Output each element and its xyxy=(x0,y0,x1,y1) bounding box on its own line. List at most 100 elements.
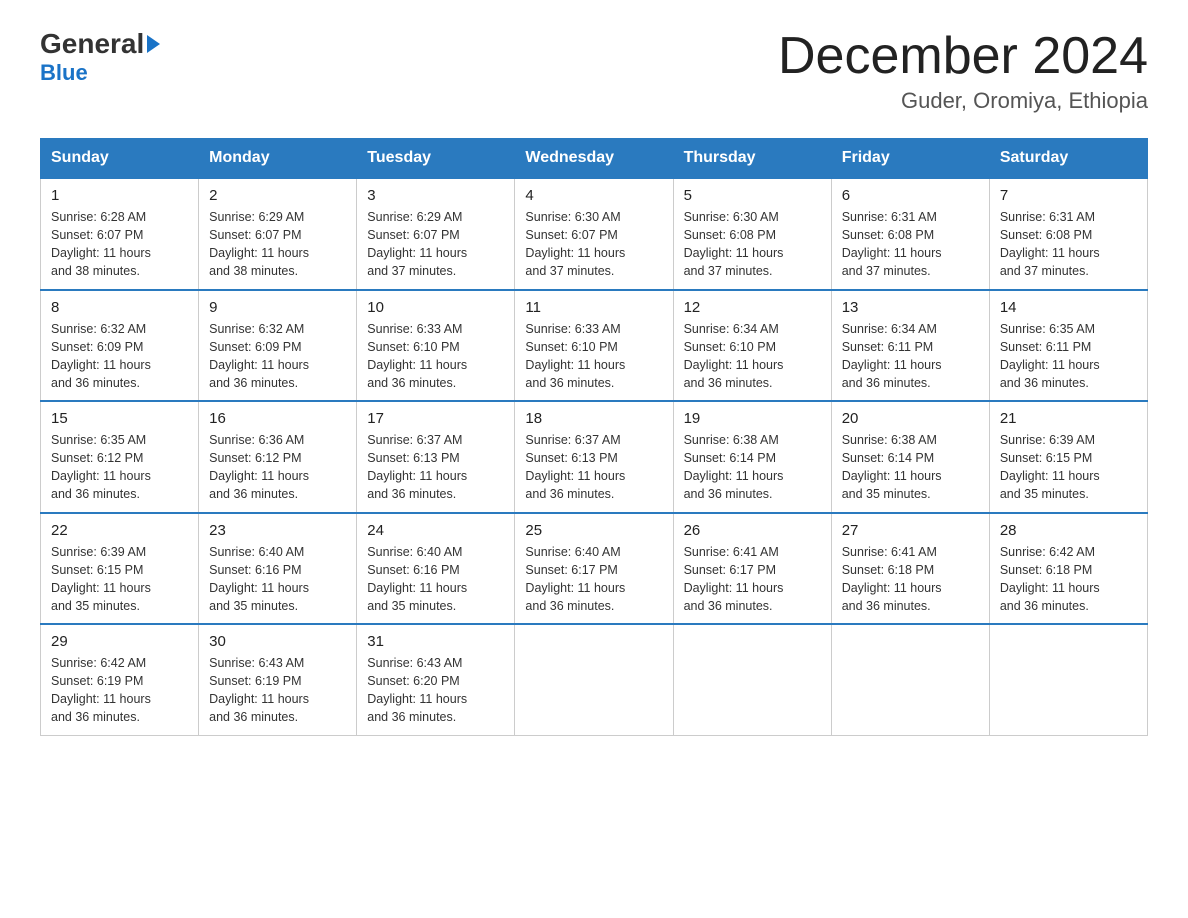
day-number: 22 xyxy=(51,522,188,539)
day-number: 24 xyxy=(367,522,504,539)
calendar-cell: 21Sunrise: 6:39 AMSunset: 6:15 PMDayligh… xyxy=(989,401,1147,513)
calendar-cell xyxy=(673,624,831,735)
logo: General Blue xyxy=(40,30,160,86)
col-header-thursday: Thursday xyxy=(673,139,831,179)
calendar-cell: 1 Sunrise: 6:28 AMSunset: 6:07 PMDaylight… xyxy=(41,178,199,290)
calendar-cell: 28 Sunrise: 6:42 AMSunset: 6:18 PMDayligh… xyxy=(989,513,1147,625)
day-info: Sunrise: 6:43 AMSunset: 6:20 PMDaylight:… xyxy=(367,654,504,727)
day-info: Sunrise: 6:33 AMSunset: 6:10 PMDaylight:… xyxy=(367,320,504,393)
calendar-cell: 3 Sunrise: 6:29 AMSunset: 6:07 PMDaylight… xyxy=(357,178,515,290)
day-info: Sunrise: 6:29 AMSunset: 6:07 PMDaylight:… xyxy=(209,208,346,281)
day-number: 25 xyxy=(525,522,662,539)
calendar-cell xyxy=(831,624,989,735)
col-header-sunday: Sunday xyxy=(41,139,199,179)
calendar-cell: 10 Sunrise: 6:33 AMSunset: 6:10 PMDayligh… xyxy=(357,290,515,402)
calendar-cell: 20 Sunrise: 6:38 AMSunset: 6:14 PMDayligh… xyxy=(831,401,989,513)
col-header-monday: Monday xyxy=(199,139,357,179)
calendar-cell: 13Sunrise: 6:34 AMSunset: 6:11 PMDayligh… xyxy=(831,290,989,402)
calendar-cell: 23Sunrise: 6:40 AMSunset: 6:16 PMDayligh… xyxy=(199,513,357,625)
col-header-saturday: Saturday xyxy=(989,139,1147,179)
day-number: 30 xyxy=(209,633,346,650)
day-info: Sunrise: 6:32 AMSunset: 6:09 PMDaylight:… xyxy=(51,320,188,393)
calendar-week-row: 29 Sunrise: 6:42 AMSunset: 6:19 PMDayligh… xyxy=(41,624,1148,735)
day-info: Sunrise: 6:28 AMSunset: 6:07 PMDaylight:… xyxy=(51,208,188,281)
logo-general-text: General xyxy=(40,30,160,58)
day-number: 6 xyxy=(842,187,979,204)
location-title: Guder, Oromiya, Ethiopia xyxy=(778,88,1148,114)
logo-blue-text: Blue xyxy=(40,60,88,86)
day-info: Sunrise: 6:39 AMSunset: 6:15 PMDaylight:… xyxy=(51,543,188,616)
calendar-cell: 6 Sunrise: 6:31 AMSunset: 6:08 PMDaylight… xyxy=(831,178,989,290)
day-number: 26 xyxy=(684,522,821,539)
day-info: Sunrise: 6:38 AMSunset: 6:14 PMDaylight:… xyxy=(684,431,821,504)
col-header-wednesday: Wednesday xyxy=(515,139,673,179)
calendar-cell xyxy=(515,624,673,735)
day-info: Sunrise: 6:42 AMSunset: 6:18 PMDaylight:… xyxy=(1000,543,1137,616)
day-number: 29 xyxy=(51,633,188,650)
day-info: Sunrise: 6:42 AMSunset: 6:19 PMDaylight:… xyxy=(51,654,188,727)
day-info: Sunrise: 6:30 AMSunset: 6:08 PMDaylight:… xyxy=(684,208,821,281)
day-number: 16 xyxy=(209,410,346,427)
calendar-cell: 17 Sunrise: 6:37 AMSunset: 6:13 PMDayligh… xyxy=(357,401,515,513)
day-number: 17 xyxy=(367,410,504,427)
calendar-cell: 16 Sunrise: 6:36 AMSunset: 6:12 PMDayligh… xyxy=(199,401,357,513)
calendar-week-row: 22 Sunrise: 6:39 AMSunset: 6:15 PMDayligh… xyxy=(41,513,1148,625)
calendar-cell xyxy=(989,624,1147,735)
day-number: 9 xyxy=(209,299,346,316)
title-area: December 2024 Guder, Oromiya, Ethiopia xyxy=(778,30,1148,114)
month-title: December 2024 xyxy=(778,30,1148,82)
calendar-cell: 24Sunrise: 6:40 AMSunset: 6:16 PMDayligh… xyxy=(357,513,515,625)
day-number: 11 xyxy=(525,299,662,316)
calendar-cell: 30 Sunrise: 6:43 AMSunset: 6:19 PMDayligh… xyxy=(199,624,357,735)
day-info: Sunrise: 6:32 AMSunset: 6:09 PMDaylight:… xyxy=(209,320,346,393)
day-info: Sunrise: 6:35 AMSunset: 6:12 PMDaylight:… xyxy=(51,431,188,504)
day-info: Sunrise: 6:34 AMSunset: 6:10 PMDaylight:… xyxy=(684,320,821,393)
day-info: Sunrise: 6:41 AMSunset: 6:17 PMDaylight:… xyxy=(684,543,821,616)
day-number: 1 xyxy=(51,187,188,204)
day-info: Sunrise: 6:37 AMSunset: 6:13 PMDaylight:… xyxy=(367,431,504,504)
day-info: Sunrise: 6:29 AMSunset: 6:07 PMDaylight:… xyxy=(367,208,504,281)
day-info: Sunrise: 6:37 AMSunset: 6:13 PMDaylight:… xyxy=(525,431,662,504)
day-info: Sunrise: 6:35 AMSunset: 6:11 PMDaylight:… xyxy=(1000,320,1137,393)
calendar-cell: 5 Sunrise: 6:30 AMSunset: 6:08 PMDaylight… xyxy=(673,178,831,290)
calendar-cell: 19Sunrise: 6:38 AMSunset: 6:14 PMDayligh… xyxy=(673,401,831,513)
calendar-cell: 14 Sunrise: 6:35 AMSunset: 6:11 PMDayligh… xyxy=(989,290,1147,402)
calendar-cell: 22 Sunrise: 6:39 AMSunset: 6:15 PMDayligh… xyxy=(41,513,199,625)
day-number: 2 xyxy=(209,187,346,204)
calendar-week-row: 8 Sunrise: 6:32 AMSunset: 6:09 PMDaylight… xyxy=(41,290,1148,402)
day-number: 3 xyxy=(367,187,504,204)
calendar-cell: 27 Sunrise: 6:41 AMSunset: 6:18 PMDayligh… xyxy=(831,513,989,625)
day-number: 8 xyxy=(51,299,188,316)
calendar-cell: 18Sunrise: 6:37 AMSunset: 6:13 PMDayligh… xyxy=(515,401,673,513)
day-number: 5 xyxy=(684,187,821,204)
day-number: 4 xyxy=(525,187,662,204)
page-header: General Blue December 2024 Guder, Oromiy… xyxy=(40,30,1148,114)
day-info: Sunrise: 6:41 AMSunset: 6:18 PMDaylight:… xyxy=(842,543,979,616)
day-number: 20 xyxy=(842,410,979,427)
day-number: 14 xyxy=(1000,299,1137,316)
day-info: Sunrise: 6:43 AMSunset: 6:19 PMDaylight:… xyxy=(209,654,346,727)
calendar-week-row: 1 Sunrise: 6:28 AMSunset: 6:07 PMDaylight… xyxy=(41,178,1148,290)
calendar-cell: 4Sunrise: 6:30 AMSunset: 6:07 PMDaylight… xyxy=(515,178,673,290)
day-number: 12 xyxy=(684,299,821,316)
day-number: 23 xyxy=(209,522,346,539)
day-number: 28 xyxy=(1000,522,1137,539)
col-header-tuesday: Tuesday xyxy=(357,139,515,179)
day-info: Sunrise: 6:40 AMSunset: 6:17 PMDaylight:… xyxy=(525,543,662,616)
day-info: Sunrise: 6:31 AMSunset: 6:08 PMDaylight:… xyxy=(842,208,979,281)
day-info: Sunrise: 6:34 AMSunset: 6:11 PMDaylight:… xyxy=(842,320,979,393)
calendar-cell: 29 Sunrise: 6:42 AMSunset: 6:19 PMDayligh… xyxy=(41,624,199,735)
day-info: Sunrise: 6:36 AMSunset: 6:12 PMDaylight:… xyxy=(209,431,346,504)
day-number: 27 xyxy=(842,522,979,539)
calendar-cell: 7Sunrise: 6:31 AMSunset: 6:08 PMDaylight… xyxy=(989,178,1147,290)
day-info: Sunrise: 6:38 AMSunset: 6:14 PMDaylight:… xyxy=(842,431,979,504)
calendar-cell: 26 Sunrise: 6:41 AMSunset: 6:17 PMDayligh… xyxy=(673,513,831,625)
calendar-cell: 11 Sunrise: 6:33 AMSunset: 6:10 PMDayligh… xyxy=(515,290,673,402)
calendar-cell: 15Sunrise: 6:35 AMSunset: 6:12 PMDayligh… xyxy=(41,401,199,513)
calendar-cell: 31Sunrise: 6:43 AMSunset: 6:20 PMDayligh… xyxy=(357,624,515,735)
day-info: Sunrise: 6:33 AMSunset: 6:10 PMDaylight:… xyxy=(525,320,662,393)
day-info: Sunrise: 6:39 AMSunset: 6:15 PMDaylight:… xyxy=(1000,431,1137,504)
day-number: 10 xyxy=(367,299,504,316)
calendar-cell: 25 Sunrise: 6:40 AMSunset: 6:17 PMDayligh… xyxy=(515,513,673,625)
calendar-cell: 12 Sunrise: 6:34 AMSunset: 6:10 PMDayligh… xyxy=(673,290,831,402)
